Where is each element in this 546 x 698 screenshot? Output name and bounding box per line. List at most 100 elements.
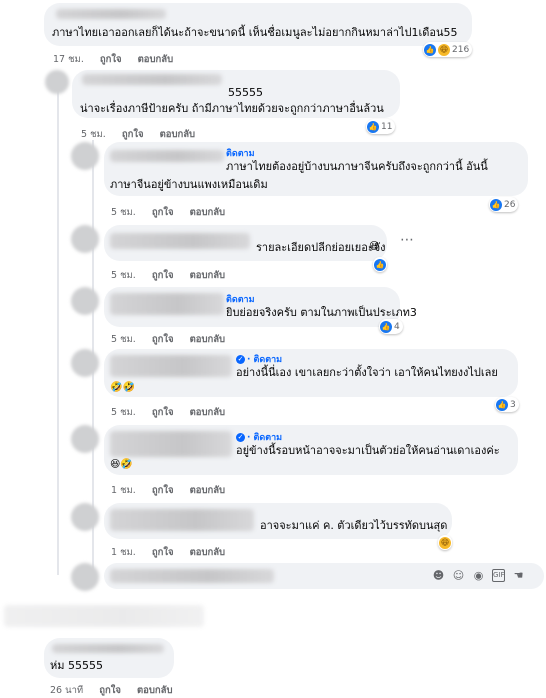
- author-name[interactable]: [110, 355, 232, 377]
- like-button[interactable]: ถูกใจ: [152, 407, 174, 418]
- comment-meta: 1 ชม. ถูกใจ ตอบกลับ: [111, 545, 238, 560]
- reaction-count[interactable]: 👍 11: [366, 119, 396, 134]
- thread-line: [57, 80, 59, 575]
- timestamp[interactable]: 5 ชม.: [111, 207, 136, 218]
- comment-text: อย่างนี้นี่เอง เขาเลยกะว่าตั้งใจว่า เอาใ…: [236, 366, 498, 379]
- haha-icon: 😆: [439, 536, 451, 549]
- reaction-number: 216: [452, 44, 470, 55]
- comment-text: น่าจะเรื่องภาษีป้ายครับ ถ้ามีภาษาไทยด้วย…: [80, 102, 384, 115]
- comment-bubble: ✓ · ติดตาม อย่างนี้นี่เอง เขาเลยกะว่าตั้ง…: [104, 349, 518, 397]
- gif-icon[interactable]: GIF: [492, 569, 505, 582]
- timestamp[interactable]: 5 ชม.: [81, 129, 106, 140]
- author-name[interactable]: [110, 150, 224, 162]
- comment-meta: 5 ชม. ถูกใจ ตอบกลับ: [111, 268, 238, 283]
- comment-bubble: รายละเอียดปลีกย่อยเยอะจัง 😆: [104, 225, 387, 261]
- timestamp[interactable]: 5 ชม.: [111, 270, 136, 281]
- reaction-number: 4: [394, 321, 400, 332]
- reaction-count[interactable]: 👍 😆 216: [423, 42, 473, 57]
- follow-link[interactable]: ✓ · ติดตาม: [236, 352, 282, 366]
- reply-button[interactable]: ตอบกลับ: [190, 207, 226, 218]
- like-button[interactable]: ถูกใจ: [99, 685, 121, 696]
- avatar[interactable]: [71, 287, 99, 315]
- reply-button[interactable]: ตอบกลับ: [190, 547, 226, 558]
- comment-text: ภาษาไทยเอาออกเลยก็ได้นะถ้าจะขนาดนี้ เห็น…: [52, 26, 458, 39]
- author-name[interactable]: [52, 644, 164, 653]
- like-button[interactable]: ถูกใจ: [152, 270, 174, 281]
- reply-button[interactable]: ตอบกลับ: [190, 485, 226, 496]
- author-name[interactable]: [110, 509, 254, 531]
- verified-icon: ✓: [236, 355, 245, 364]
- like-button[interactable]: ถูกใจ: [152, 334, 174, 345]
- author-name[interactable]: [110, 233, 250, 249]
- comment-bubble: อาจจะมาแค่ ค. ตัวเดียวไว้บรรทัดบนสุด: [104, 503, 452, 539]
- reply-button[interactable]: ตอบกลับ: [138, 54, 174, 65]
- like-icon: 👍: [367, 120, 379, 133]
- comment-text: อยู่ข้างนี้รอบหน้าอาจจะมาเป็นตัวย่อให้คน…: [236, 444, 500, 457]
- timestamp[interactable]: 26 นาที: [50, 685, 83, 696]
- user-avatar[interactable]: [71, 563, 99, 591]
- avatar[interactable]: [71, 425, 99, 453]
- follow-link[interactable]: ติดตาม: [226, 292, 255, 306]
- comment-text: 55555: [228, 86, 263, 99]
- comment-meta: 17 ชม. ถูกใจ ตอบกลับ: [53, 52, 186, 67]
- comment-text: รายละเอียดปลีกย่อยเยอะจัง: [256, 241, 386, 254]
- laughing-emoji: 😆🤣: [110, 459, 133, 470]
- verified-icon: ✓: [236, 433, 245, 442]
- like-button[interactable]: ถูกใจ: [152, 207, 174, 218]
- avatar[interactable]: [71, 225, 99, 253]
- follow-link[interactable]: ✓ · ติดตาม: [236, 430, 282, 444]
- blurred-region: [4, 605, 204, 627]
- reaction-count[interactable]: 👍: [373, 257, 387, 272]
- comment-meta: 1 ชม. ถูกใจ ตอบกลับ: [111, 483, 238, 498]
- like-icon: 👍: [424, 43, 436, 56]
- author-name[interactable]: [110, 431, 232, 457]
- reaction-number: 3: [510, 399, 516, 410]
- comment-text: ภาษาจีนอยู่ข้างบนแพงเหมือนเดิม: [110, 178, 268, 191]
- timestamp[interactable]: 1 ชม.: [111, 485, 136, 496]
- comment-meta: 5 ชม. ถูกใจ ตอบกลับ: [111, 205, 238, 220]
- timestamp[interactable]: 5 ชม.: [111, 334, 136, 345]
- avatar-sticker-icon[interactable]: ☚: [512, 569, 525, 582]
- comment-bubble: ติดตาม ภาษาไทยต้องอยู่บ้างบนภาษาจีนครับถ…: [104, 142, 528, 196]
- timestamp[interactable]: 5 ชม.: [111, 407, 136, 418]
- timestamp[interactable]: 1 ชม.: [111, 547, 136, 558]
- author-name[interactable]: [82, 74, 222, 85]
- emoji-icon[interactable]: ☺: [452, 569, 465, 582]
- reaction-count[interactable]: 👍 4: [379, 319, 403, 334]
- comment-text: ภาษาไทยต้องอยู่บ้างบนภาษาจีนครับถึงจะถูก…: [226, 160, 488, 173]
- reaction-count[interactable]: 👍 26: [489, 197, 519, 212]
- laughing-emoji: 🤣🤣: [110, 382, 135, 393]
- author-name[interactable]: [110, 293, 224, 315]
- haha-icon: 😆: [438, 43, 450, 56]
- sticker-icon[interactable]: ☻: [432, 569, 445, 582]
- like-icon: 👍: [380, 320, 392, 333]
- follow-link[interactable]: ติดตาม: [226, 146, 255, 160]
- comment-meta: 5 ชม. ถูกใจ ตอบกลับ: [111, 332, 238, 347]
- avatar[interactable]: [45, 70, 69, 94]
- comment-bubble: ห่ม 55555: [44, 638, 174, 678]
- avatar[interactable]: [71, 503, 99, 531]
- reply-button[interactable]: ตอบกลับ: [190, 407, 226, 418]
- reply-button[interactable]: ตอบกลับ: [190, 334, 226, 345]
- like-icon: 👍: [490, 198, 502, 211]
- reply-placeholder: [110, 569, 274, 583]
- reply-button[interactable]: ตอบกลับ: [137, 685, 173, 696]
- reply-button[interactable]: ตอบกลับ: [190, 270, 226, 281]
- more-options-icon[interactable]: ⋯: [400, 232, 415, 248]
- comment-bubble: ✓ · ติดตาม อยู่ข้างนี้รอบหน้าอาจจะมาเป็นต…: [104, 425, 518, 475]
- avatar[interactable]: [71, 349, 99, 377]
- reaction-count[interactable]: 👍 3: [495, 397, 519, 412]
- like-icon: 👍: [374, 258, 386, 271]
- reply-button[interactable]: ตอบกลับ: [160, 129, 196, 140]
- author-name[interactable]: [56, 9, 166, 19]
- camera-icon[interactable]: ◉: [472, 569, 485, 582]
- comment-text: ห่ม 55555: [50, 659, 103, 672]
- reaction-count[interactable]: 😆: [438, 535, 452, 550]
- avatar[interactable]: [71, 142, 99, 170]
- timestamp[interactable]: 17 ชม.: [53, 54, 84, 65]
- like-button[interactable]: ถูกใจ: [152, 485, 174, 496]
- like-button[interactable]: ถูกใจ: [122, 129, 144, 140]
- like-button[interactable]: ถูกใจ: [100, 54, 122, 65]
- like-icon: 👍: [496, 398, 508, 411]
- like-button[interactable]: ถูกใจ: [152, 547, 174, 558]
